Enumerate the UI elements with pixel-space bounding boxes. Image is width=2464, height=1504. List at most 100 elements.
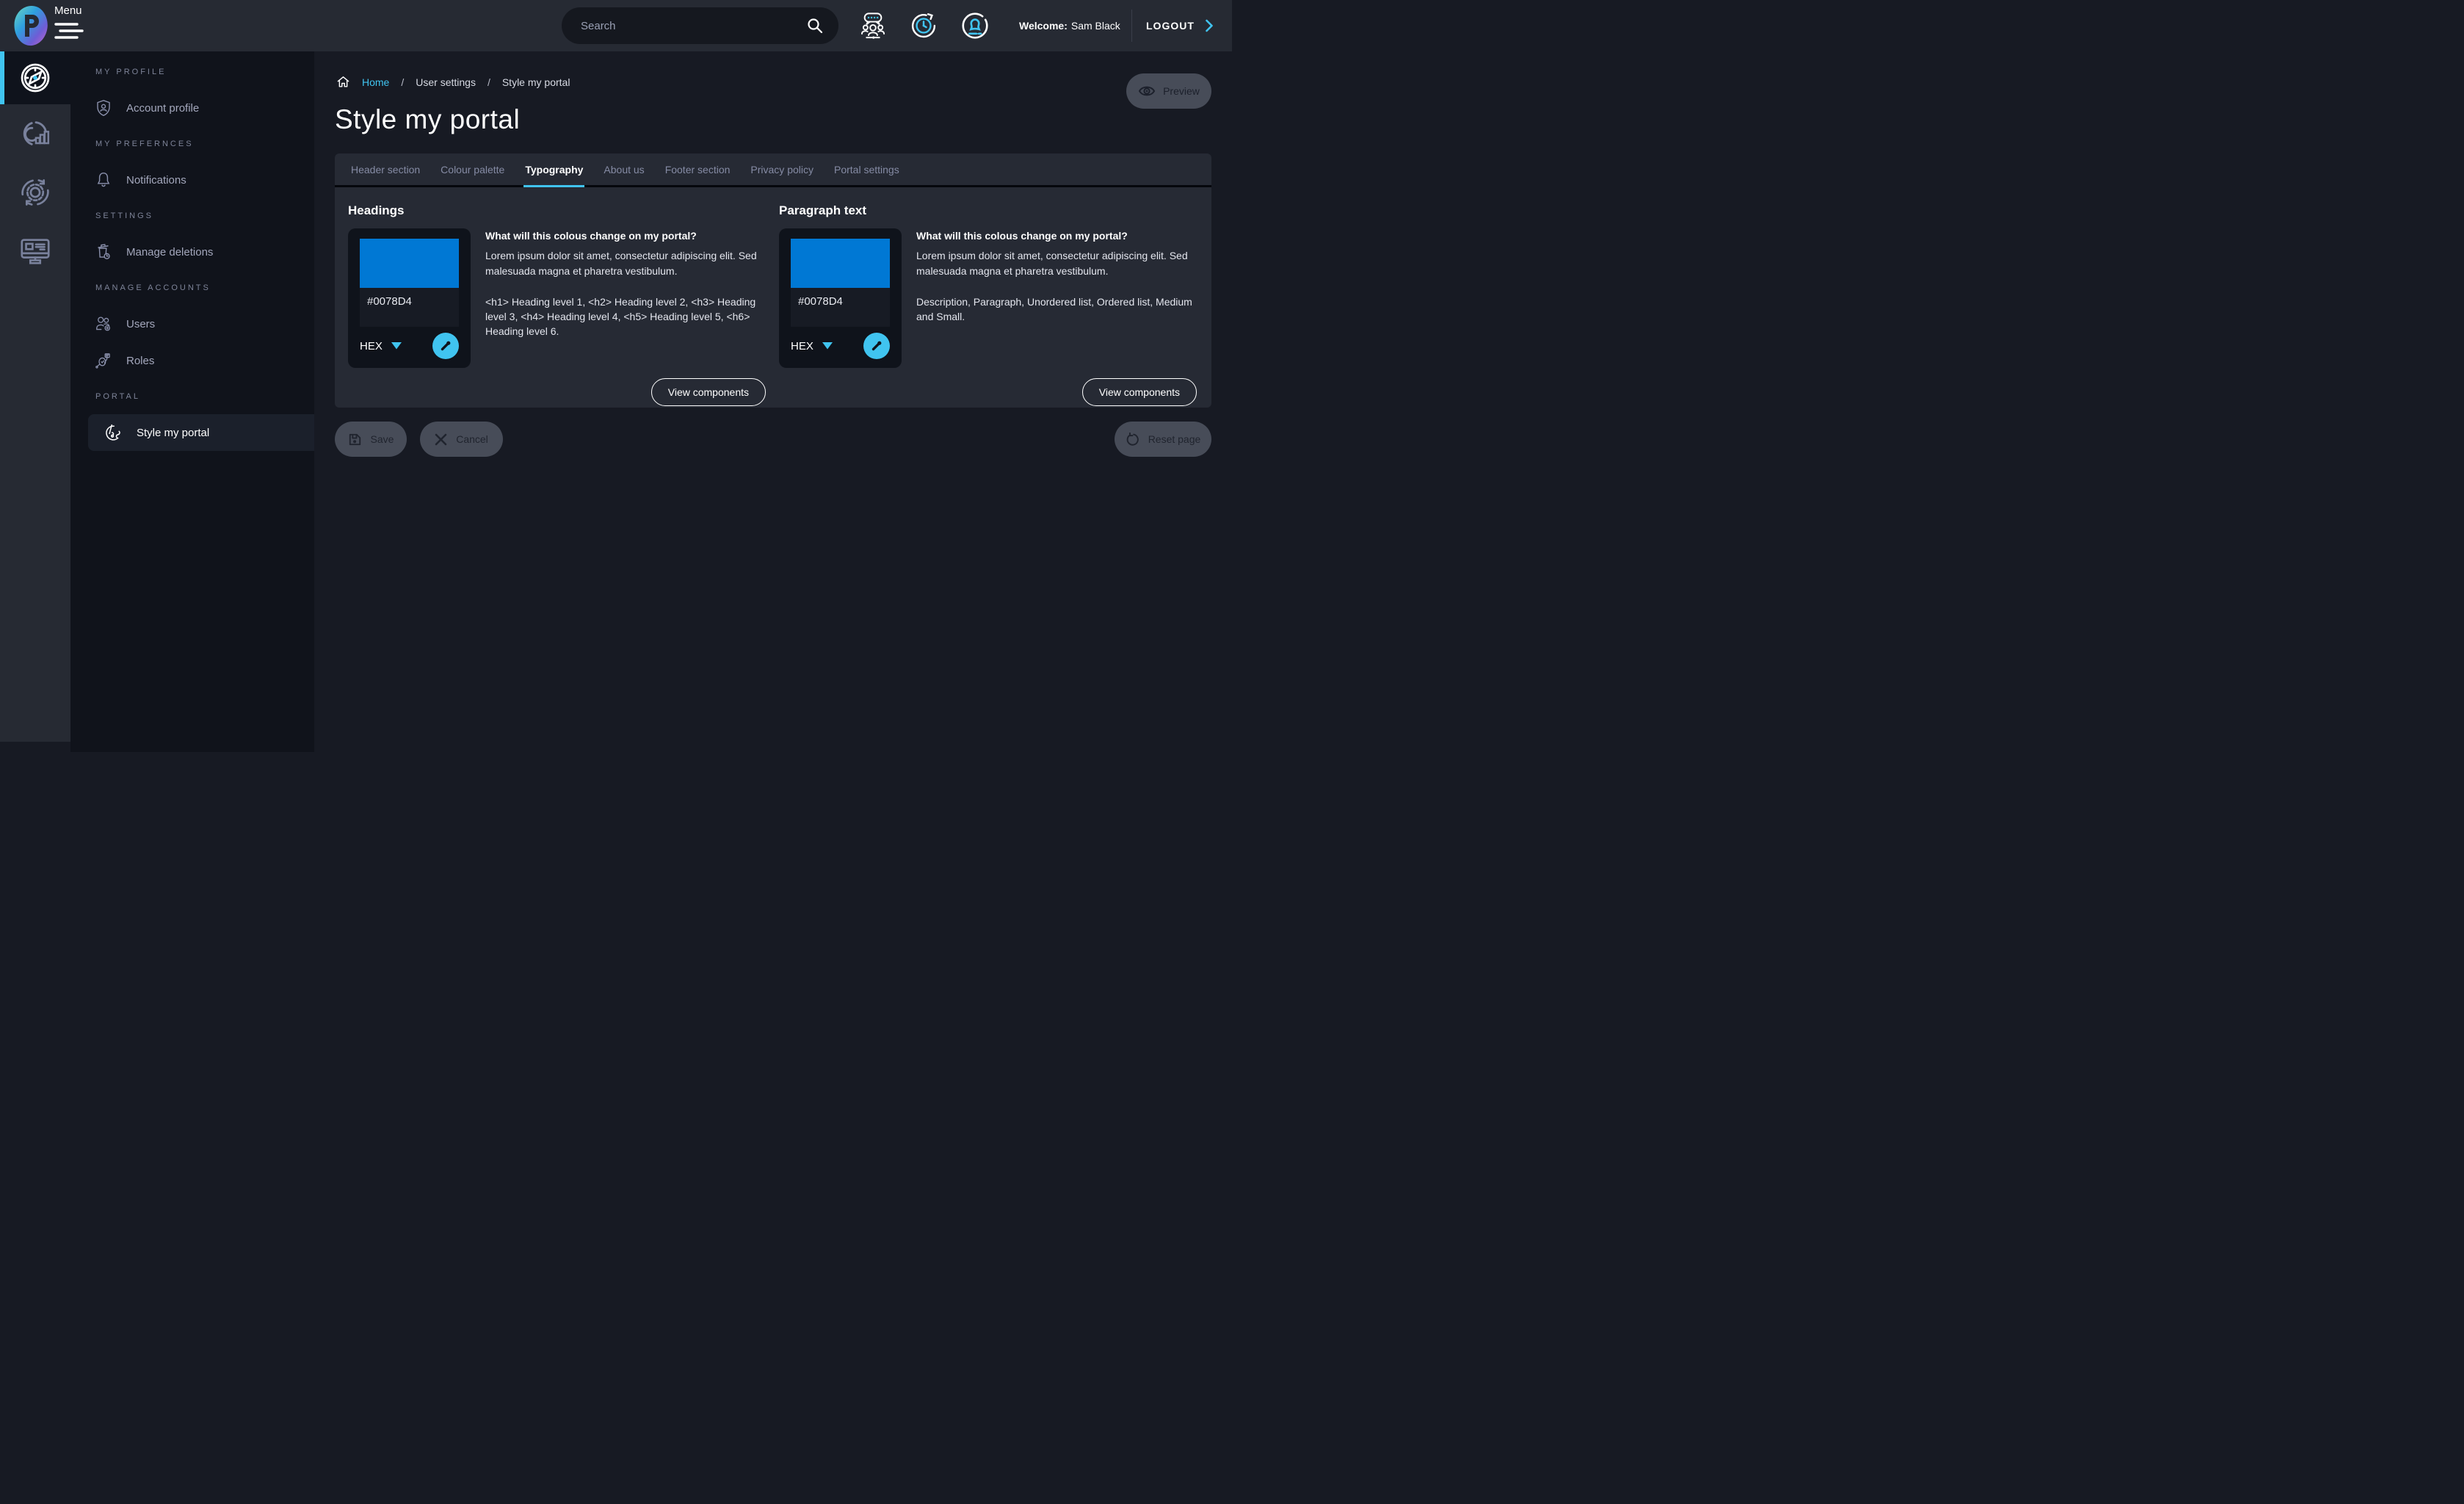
- headings-section: Headings #0078D4 HEX: [348, 200, 766, 406]
- headings-eyedropper-button[interactable]: [432, 333, 459, 359]
- app-window: Menu: [0, 0, 1232, 752]
- rail-item-portal-pages[interactable]: [0, 222, 70, 281]
- hamburger-icon: [54, 21, 84, 40]
- paragraph-section: Paragraph text #0078D4 HEX: [779, 200, 1197, 406]
- sidebar-item-label: Users: [126, 318, 155, 330]
- paragraph-eyedropper-button[interactable]: [863, 333, 890, 359]
- headings-levels-text: <h1> Heading level 1, <h2> Heading level…: [485, 294, 766, 339]
- eye-icon: [1138, 84, 1156, 98]
- sidebar-item-account-profile[interactable]: Account profile: [70, 90, 314, 126]
- hex-format-label: HEX: [360, 340, 383, 352]
- close-icon: [435, 433, 447, 446]
- headings-view-components-button[interactable]: View components: [651, 378, 766, 406]
- icon-rail: [0, 51, 70, 742]
- welcome-label: Welcome:: [1019, 20, 1068, 32]
- breadcrumb-user-settings[interactable]: User settings: [416, 76, 476, 88]
- tab[interactable]: Privacy policy: [740, 153, 824, 185]
- sidebar-item-label: Roles: [126, 355, 154, 367]
- shield-user-icon: [94, 98, 113, 118]
- page-actions: Save Cancel Reset page: [335, 422, 1211, 458]
- paragraph-view-components-button[interactable]: View components: [1082, 378, 1197, 406]
- eyedropper-icon: [438, 339, 453, 353]
- save-icon: [348, 433, 362, 446]
- community-icon[interactable]: [857, 10, 889, 42]
- cancel-label: Cancel: [456, 433, 488, 445]
- eyedropper-icon: [869, 339, 884, 353]
- breadcrumb-separator: /: [401, 76, 404, 88]
- logout-button[interactable]: LOGOUT: [1146, 0, 1214, 51]
- tab[interactable]: About us: [593, 153, 654, 185]
- paragraph-hex-format-dropdown[interactable]: HEX: [791, 340, 833, 352]
- tab[interactable]: Header section: [341, 153, 430, 185]
- rail-item-dashboard[interactable]: [0, 51, 70, 104]
- gear-sync-icon: [18, 176, 52, 209]
- chevron-down-icon: [822, 342, 833, 350]
- save-label: Save: [371, 433, 394, 445]
- headings-description: Lorem ipsum dolor sit amet, consectetur …: [485, 248, 766, 278]
- reset-page-button[interactable]: Reset page: [1115, 422, 1211, 457]
- panel-content: Headings #0078D4 HEX: [335, 187, 1211, 406]
- donut-chart-icon: [18, 117, 52, 151]
- top-bar: Menu: [0, 0, 1232, 51]
- tab[interactable]: Colour palette: [430, 153, 515, 185]
- sidebar-heading-portal: PORTAL: [95, 388, 314, 405]
- tab[interactable]: Typography: [515, 153, 593, 185]
- logout-label: LOGOUT: [1146, 20, 1195, 32]
- sidebar-heading-settings: SETTINGS: [95, 207, 314, 225]
- users-add-icon: [94, 314, 113, 333]
- sidebar-item-label: Style my portal: [137, 427, 209, 439]
- chevron-down-icon: [391, 342, 402, 350]
- monitor-icon: [18, 234, 52, 268]
- user-profile-icon[interactable]: [959, 10, 991, 42]
- sidebar-item-users[interactable]: Users: [70, 306, 314, 342]
- welcome-user-name: Sam Black: [1071, 20, 1120, 32]
- paragraph-hex-value: #0078D4: [791, 288, 890, 327]
- sidebar-heading-my-preferences: MY PREFERNCES: [95, 135, 314, 153]
- search-icon: [806, 17, 824, 35]
- topbar-divider: [1131, 10, 1132, 42]
- breadcrumb-current: Style my portal: [502, 76, 570, 88]
- search-input[interactable]: [562, 7, 838, 44]
- main-content: Home / User settings / Style my portal S…: [314, 51, 1232, 752]
- headings-title: Headings: [348, 203, 766, 218]
- sidebar: MY PROFILE Account profile MY PREFERNCES…: [70, 51, 314, 752]
- timer-icon[interactable]: [907, 10, 940, 42]
- tab[interactable]: Footer section: [655, 153, 741, 185]
- logo-blob-icon: [13, 5, 48, 46]
- breadcrumb: Home / User settings / Style my portal: [336, 75, 570, 89]
- menu-label: Menu: [54, 4, 82, 17]
- save-button[interactable]: Save: [335, 422, 407, 457]
- hex-format-label: HEX: [791, 340, 814, 352]
- cancel-button[interactable]: Cancel: [420, 422, 503, 457]
- paragraph-title: Paragraph text: [779, 203, 1197, 218]
- portal-logo: [13, 5, 48, 46]
- bell-icon: [94, 170, 113, 189]
- breadcrumb-home[interactable]: Home: [362, 76, 389, 88]
- sidebar-item-label: Notifications: [126, 174, 186, 187]
- rail-item-analytics[interactable]: [0, 104, 70, 163]
- menu-toggle[interactable]: Menu: [54, 4, 84, 40]
- preview-button[interactable]: Preview: [1126, 73, 1211, 109]
- sidebar-item-notifications[interactable]: Notifications: [70, 162, 314, 198]
- compass-icon: [18, 61, 52, 95]
- reset-label: Reset page: [1148, 433, 1201, 445]
- tab[interactable]: Portal settings: [824, 153, 910, 185]
- paragraph-colour-card: #0078D4 HEX: [779, 228, 902, 368]
- headings-hex-format-dropdown[interactable]: HEX: [360, 340, 402, 352]
- paragraph-description: Lorem ipsum dolor sit amet, consectetur …: [916, 248, 1197, 278]
- sidebar-item-roles[interactable]: Roles: [70, 342, 314, 379]
- sidebar-heading-my-profile: MY PROFILE: [95, 63, 314, 81]
- home-icon[interactable]: [336, 75, 350, 89]
- search-bar: [562, 7, 838, 44]
- role-badge-icon: [94, 351, 113, 370]
- breadcrumb-separator: /: [488, 76, 490, 88]
- page-title: Style my portal: [335, 104, 520, 135]
- headings-colour-swatch[interactable]: [360, 239, 459, 288]
- rail-item-settings[interactable]: [0, 163, 70, 222]
- sidebar-item-manage-deletions[interactable]: Manage deletions: [70, 234, 314, 270]
- sidebar-item-label: Account profile: [126, 102, 199, 115]
- sidebar-item-style-my-portal[interactable]: Style my portal: [88, 414, 314, 451]
- sidebar-item-label: Manage deletions: [126, 246, 213, 258]
- paragraph-colour-swatch[interactable]: [791, 239, 890, 288]
- tab-bar: Header sectionColour paletteTypographyAb…: [335, 153, 1211, 187]
